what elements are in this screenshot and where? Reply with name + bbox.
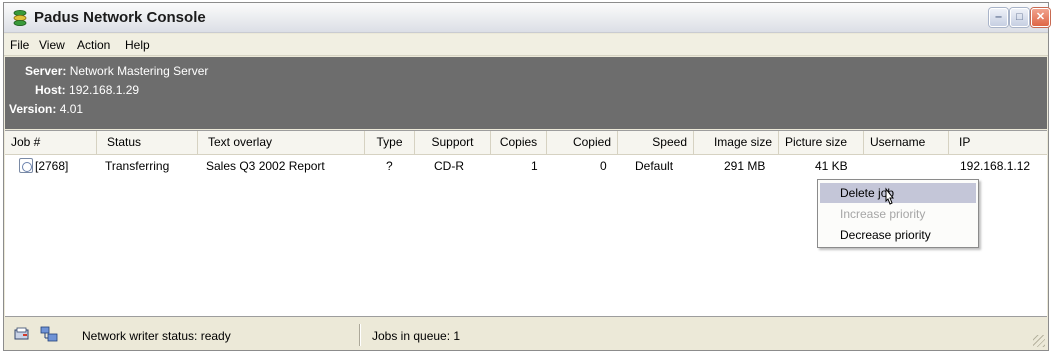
col-header-ip[interactable]: IP [949, 131, 1047, 154]
cell-image-size: 291 MB [724, 159, 766, 173]
server-row: Server: Network Mastering Server [25, 64, 208, 78]
cell-status: Transferring [105, 159, 170, 173]
window-title: Padus Network Console [34, 9, 206, 26]
col-header-username[interactable]: Username [864, 131, 949, 154]
status-divider [359, 324, 361, 346]
col-header-image-size[interactable]: Image size [694, 131, 779, 154]
menu-item-decrease-priority[interactable]: Decrease priority [820, 225, 976, 245]
menu-action[interactable]: Action [77, 38, 110, 52]
cell-ip: 192.168.1.12 [960, 159, 1031, 173]
app-window: Padus Network Console ‒ □ ✕ File View Ac… [3, 2, 1050, 351]
col-header-text-overlay[interactable]: Text overlay [198, 131, 365, 154]
cell-copies: 1 [531, 159, 538, 173]
title-bar[interactable]: Padus Network Console ‒ □ ✕ [4, 3, 1050, 33]
menu-item-increase-priority[interactable]: Increase priority [820, 204, 976, 224]
cell-copied: 0 [600, 159, 607, 173]
mouse-pointer-icon [885, 187, 895, 205]
menu-file[interactable]: File [10, 38, 29, 52]
col-header-copies[interactable]: Copies [491, 131, 547, 154]
col-header-speed[interactable]: Speed [618, 131, 694, 154]
resize-grip-icon[interactable] [1033, 335, 1045, 347]
app-logo-icon [13, 10, 27, 26]
server-value: Network Mastering Server [69, 64, 209, 78]
context-menu: Delete job Increase priority Decrease pr… [817, 179, 979, 248]
cell-type: ? [386, 159, 393, 173]
writer-icon [14, 327, 29, 340]
col-header-job[interactable]: Job # [5, 131, 97, 154]
minimize-button[interactable]: ‒ [989, 8, 1008, 27]
status-bar: Network writer status: ready Jobs in que… [5, 321, 1047, 349]
writer-status-text: Network writer status: ready [82, 329, 231, 343]
col-header-picture-size[interactable]: Picture size [779, 131, 864, 154]
maximize-button[interactable]: □ [1010, 8, 1029, 27]
cell-support: CD-R [434, 159, 464, 173]
document-icon [19, 158, 33, 173]
host-value: 192.168.1.29 [69, 83, 140, 97]
cell-picture-size: 41 KB [815, 159, 848, 173]
version-value: 4.01 [59, 102, 84, 116]
menu-view[interactable]: View [39, 38, 65, 52]
cell-job: [2768] [35, 159, 69, 173]
menu-item-delete-job[interactable]: Delete job [820, 183, 976, 203]
server-info-panel: Server: Network Mastering Server Host: 1… [5, 57, 1047, 129]
close-button[interactable]: ✕ [1031, 8, 1050, 27]
col-header-type[interactable]: Type [365, 131, 415, 154]
version-label: Version: [9, 102, 57, 116]
cell-speed: Default [635, 159, 674, 173]
col-header-copied[interactable]: Copied [547, 131, 618, 154]
col-header-status[interactable]: Status [97, 131, 198, 154]
host-row: Host: 192.168.1.29 [35, 83, 139, 97]
menu-bar: File View Action Help [4, 34, 1048, 56]
col-header-support[interactable]: Support [415, 131, 491, 154]
menu-help[interactable]: Help [125, 38, 150, 52]
cell-text-overlay: Sales Q3 2002 Report [206, 159, 325, 173]
server-label: Server: [25, 64, 67, 78]
version-row: Version: 4.01 [9, 102, 83, 116]
host-label: Host: [35, 83, 66, 97]
table-row[interactable]: [2768] Transferring Sales Q3 2002 Report… [5, 157, 1047, 175]
network-icon [40, 326, 58, 342]
queue-count-text: Jobs in queue: 1 [372, 329, 461, 343]
list-header: Job # Status Text overlay Type Support C… [5, 131, 1047, 155]
